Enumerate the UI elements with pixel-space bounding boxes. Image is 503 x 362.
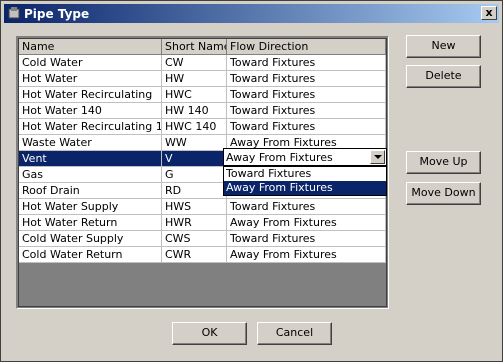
close-button[interactable]: x bbox=[481, 6, 497, 20]
cell-name[interactable]: Waste Water bbox=[19, 135, 162, 151]
cell-short-name[interactable]: G bbox=[162, 167, 227, 183]
cell-short-name[interactable]: HWC 140 bbox=[162, 119, 227, 135]
cell-name[interactable]: Vent bbox=[19, 151, 162, 167]
cell-name[interactable]: Hot Water Supply bbox=[19, 199, 162, 215]
column-header-name[interactable]: Name bbox=[19, 39, 162, 55]
flow-direction-combo[interactable]: Away From Fixtures bbox=[223, 148, 387, 166]
cell-short-name[interactable]: HWR bbox=[162, 215, 227, 231]
cell-name[interactable]: Hot Water bbox=[19, 71, 162, 87]
cell-flow-direction[interactable]: Toward Fixtures bbox=[227, 55, 386, 71]
cell-short-name[interactable]: CWR bbox=[162, 247, 227, 263]
cell-short-name[interactable]: HWC bbox=[162, 87, 227, 103]
cell-flow-direction[interactable]: Toward Fixtures bbox=[227, 87, 386, 103]
cell-name[interactable]: Cold Water bbox=[19, 55, 162, 71]
table-row[interactable]: Hot Water HW Toward Fixtures bbox=[19, 71, 386, 87]
move-up-button[interactable]: Move Up bbox=[406, 151, 481, 174]
cell-flow-direction[interactable]: Toward Fixtures bbox=[227, 119, 386, 135]
cell-name[interactable]: Roof Drain bbox=[19, 183, 162, 199]
cell-short-name[interactable]: V bbox=[162, 151, 227, 167]
combo-value: Away From Fixtures bbox=[226, 151, 333, 164]
chevron-down-icon[interactable] bbox=[370, 150, 385, 164]
cell-flow-direction[interactable]: Toward Fixtures bbox=[227, 71, 386, 87]
cancel-button[interactable]: Cancel bbox=[257, 322, 332, 345]
new-button[interactable]: New bbox=[406, 35, 481, 58]
cell-short-name[interactable]: CWS bbox=[162, 231, 227, 247]
ok-button[interactable]: OK bbox=[172, 322, 247, 345]
cell-name[interactable]: Cold Water Supply bbox=[19, 231, 162, 247]
cell-name[interactable]: Hot Water Recirculating bbox=[19, 87, 162, 103]
dropdown-option-toward[interactable]: Toward Fixtures bbox=[224, 167, 386, 181]
window-title: Pipe Type bbox=[24, 7, 90, 21]
table-row[interactable]: Cold Water Supply CWS Toward Fixtures bbox=[19, 231, 386, 247]
pipe-app-icon bbox=[8, 7, 20, 19]
cell-short-name[interactable]: RD bbox=[162, 183, 227, 199]
cell-short-name[interactable]: HWS bbox=[162, 199, 227, 215]
cell-flow-direction[interactable]: Toward Fixtures bbox=[227, 199, 386, 215]
cell-short-name[interactable]: CW bbox=[162, 55, 227, 71]
cell-short-name[interactable]: HW 140 bbox=[162, 103, 227, 119]
table-row[interactable]: Hot Water Recirculating 140 HWC 140 Toward… bbox=[19, 119, 386, 135]
dropdown-option-away[interactable]: Away From Fixtures bbox=[224, 181, 386, 195]
table-row[interactable]: Hot Water Return HWR Away From Fixtures bbox=[19, 215, 386, 231]
pipe-type-dialog: Pipe Type x Name Short Name Flow Directi… bbox=[0, 0, 503, 362]
cell-name[interactable]: Cold Water Return bbox=[19, 247, 162, 263]
cell-flow-direction[interactable]: Away From Fixtures bbox=[227, 247, 386, 263]
flow-direction-dropdown: Toward Fixtures Away From Fixtures bbox=[223, 166, 387, 196]
cell-name[interactable]: Hot Water Return bbox=[19, 215, 162, 231]
delete-button[interactable]: Delete bbox=[406, 65, 481, 88]
table-row[interactable]: Hot Water Recirculating HWC Toward Fixture… bbox=[19, 87, 386, 103]
cell-name[interactable]: Hot Water Recirculating 140 bbox=[19, 119, 162, 135]
cell-flow-direction[interactable]: Toward Fixtures bbox=[227, 231, 386, 247]
cell-short-name[interactable]: HW bbox=[162, 71, 227, 87]
table-header: Name Short Name Flow Direction bbox=[19, 39, 386, 55]
cell-name[interactable]: Hot Water 140 bbox=[19, 103, 162, 119]
cell-flow-direction[interactable]: Toward Fixtures bbox=[227, 103, 386, 119]
column-header-short-name[interactable]: Short Name bbox=[162, 39, 227, 55]
cell-name[interactable]: Gas bbox=[19, 167, 162, 183]
table-row[interactable]: Hot Water 140 HW 140 Toward Fixtures bbox=[19, 103, 386, 119]
cell-flow-direction[interactable]: Away From Fixtures bbox=[227, 215, 386, 231]
table-row[interactable]: Cold Water CW Toward Fixtures bbox=[19, 55, 386, 71]
table-row[interactable]: Cold Water Return CWR Away From Fixtures bbox=[19, 247, 386, 263]
title-bar[interactable]: Pipe Type x bbox=[4, 4, 499, 23]
column-header-flow-direction[interactable]: Flow Direction bbox=[227, 39, 386, 55]
move-down-button[interactable]: Move Down bbox=[406, 182, 481, 205]
cell-short-name[interactable]: WW bbox=[162, 135, 227, 151]
table-row[interactable]: Hot Water Supply HWS Toward Fixtures bbox=[19, 199, 386, 215]
